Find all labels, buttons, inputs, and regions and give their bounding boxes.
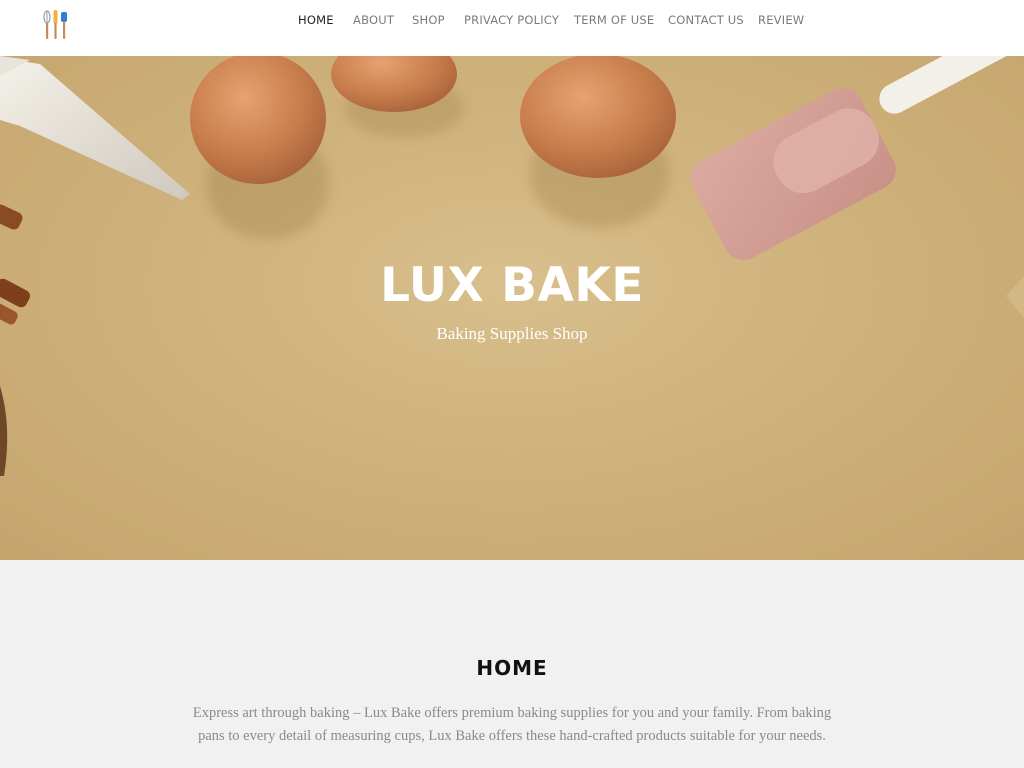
nav-privacy-policy[interactable]: PRIVACY POLICY [464,13,559,27]
nav-review[interactable]: REVIEW [758,13,804,27]
section-title: HOME [476,656,548,680]
site-header: HOME ABOUT SHOP PRIVACY POLICY TERM OF U… [0,0,1024,56]
nav-contact-us[interactable]: CONTACT US [668,13,744,27]
knife-image [0,56,190,200]
hero-subtitle: Baking Supplies Shop [436,324,588,343]
section-description: Express art through baking – Lux Bake of… [192,705,832,744]
spatula-image [690,56,1024,261]
home-section: HOME Express art through baking – Lux Ba… [0,560,1024,768]
main-nav: HOME ABOUT SHOP PRIVACY POLICY TERM OF U… [0,0,1024,40]
nav-about[interactable]: ABOUT [353,13,394,27]
nav-term-of-use[interactable]: TERM OF USE [574,13,654,27]
nav-home[interactable]: HOME [298,13,334,27]
hero-banner: LUX BAKE Baking Supplies Shop [0,56,1024,560]
nav-shop[interactable]: SHOP [412,13,445,27]
hero-title: LUX BAKE [380,258,644,313]
